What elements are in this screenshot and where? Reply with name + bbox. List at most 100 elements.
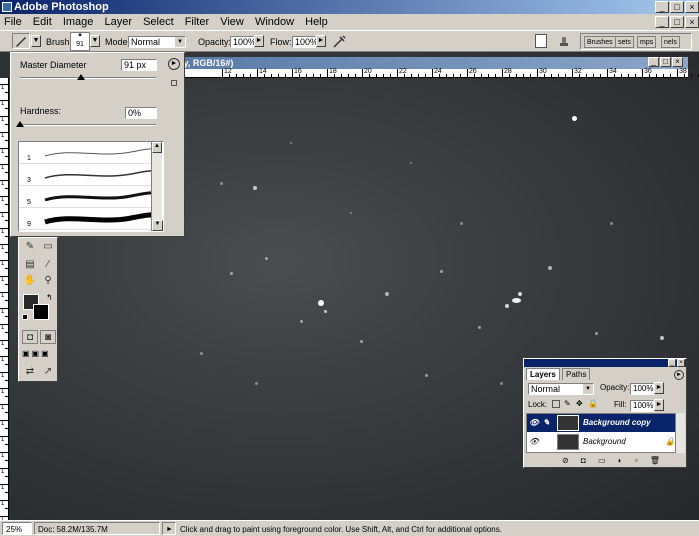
jump-to-imageready-icon[interactable]: ⇄: [22, 365, 38, 379]
well-tab-channels[interactable]: nels: [661, 36, 680, 48]
hardness-input[interactable]: 0%: [125, 107, 157, 119]
layers-list: 👁 ✎ Background copy 👁 Background 🔒: [526, 413, 677, 453]
master-diameter-label: Master Diameter: [20, 60, 87, 70]
layer-opacity-slider-toggle[interactable]: ►: [654, 382, 664, 394]
opacity-input[interactable]: 100%: [230, 36, 256, 48]
brush-preset-item[interactable]: 1: [19, 142, 161, 164]
file-browser-icon[interactable]: [535, 34, 547, 48]
fill-label: Fill:: [614, 400, 627, 409]
airbrush-button[interactable]: [332, 33, 348, 49]
menu-filter[interactable]: Filter: [181, 14, 213, 30]
brush-preset-item[interactable]: 3: [19, 164, 161, 186]
flow-slider-toggle[interactable]: ►: [316, 35, 326, 47]
brush-tool-preset-button[interactable]: [12, 33, 30, 49]
lock-transparency-icon[interactable]: [552, 400, 560, 408]
menu-edit[interactable]: Edit: [29, 14, 56, 30]
fill-input[interactable]: 100%: [630, 400, 654, 412]
menu-layer[interactable]: Layer: [100, 14, 136, 30]
mode-select[interactable]: Normal ▼: [128, 36, 186, 48]
well-tab-brushes[interactable]: Brushes: [584, 36, 616, 48]
ruler-tick-label: 1: [1, 485, 5, 491]
tab-paths[interactable]: Paths: [562, 368, 591, 380]
brush-preset-item[interactable]: 5: [19, 186, 161, 208]
star: [350, 212, 352, 214]
visibility-eye-icon[interactable]: 👁: [529, 418, 539, 428]
lock-pixels-icon[interactable]: ✎: [564, 399, 571, 408]
panel-menu-button[interactable]: ►: [168, 58, 180, 70]
maximize-button[interactable]: □: [670, 1, 684, 13]
opacity-label: Opacity:: [198, 37, 232, 47]
layers-minimize-button[interactable]: _: [668, 359, 676, 367]
eyedropper-tool-icon[interactable]: ⁄: [40, 258, 56, 272]
minimize-button[interactable]: _: [655, 1, 669, 13]
doc-window-minimize-button[interactable]: _: [648, 57, 659, 67]
opacity-slider-toggle[interactable]: ►: [254, 35, 264, 47]
star: [500, 382, 503, 385]
star: [512, 298, 521, 303]
ruler-tick-label: 38: [679, 68, 687, 75]
standard-mode-icon[interactable]: ◘: [22, 330, 38, 344]
rectangle-tool-icon[interactable]: ▭: [40, 240, 56, 254]
master-diameter-slider-track[interactable]: [20, 77, 156, 79]
ruler-minor-tick: [390, 74, 391, 77]
status-menu-button[interactable]: ►: [162, 522, 176, 535]
ruler-tick-label: 1: [1, 133, 5, 139]
doc-window-close-button[interactable]: ×: [672, 57, 683, 67]
well-tab-layer-comps[interactable]: mps: [637, 36, 657, 48]
stamp-icon[interactable]: [557, 34, 571, 48]
swap-colors-icon[interactable]: ↰: [46, 293, 53, 302]
brush-list-scrollbar[interactable]: ▲ ▼: [151, 142, 163, 231]
layers-menu-button[interactable]: ►: [674, 370, 684, 380]
doc-restore-button[interactable]: □: [670, 16, 684, 28]
visibility-eye-icon[interactable]: 👁: [529, 437, 539, 447]
lock-all-icon[interactable]: 🔒: [588, 399, 598, 408]
menu-image[interactable]: Image: [59, 14, 98, 30]
hardness-slider-thumb[interactable]: [16, 121, 24, 127]
notes-tool-icon[interactable]: ▤: [22, 258, 38, 272]
layer-row-background[interactable]: 👁 Background 🔒: [527, 433, 677, 451]
ruler-minor-tick: [5, 268, 8, 269]
lock-position-icon[interactable]: ✥: [576, 399, 583, 408]
layer-opacity-input[interactable]: 100%: [630, 383, 654, 395]
hand-tool-icon[interactable]: ✋: [22, 274, 38, 288]
menu-file[interactable]: File: [0, 14, 26, 30]
layers-close-button[interactable]: ×: [677, 359, 685, 367]
doc-close-button[interactable]: ×: [685, 16, 699, 28]
master-diameter-input[interactable]: 91 px: [121, 59, 157, 71]
layers-scrollbar[interactable]: [675, 413, 685, 453]
brush-picker[interactable]: ✷ 91: [70, 32, 90, 51]
tool-preset-dropdown[interactable]: ▼: [31, 35, 41, 47]
layer-row-background-copy[interactable]: 👁 ✎ Background copy: [527, 414, 677, 432]
layers-footer-icons[interactable]: ⊘ ◘ ▭ ◐ ▫ 🗑: [562, 456, 665, 465]
pen-tool-icon[interactable]: ✎: [22, 240, 38, 254]
zoom-tool-icon[interactable]: ⚲: [40, 274, 56, 288]
menu-window[interactable]: Window: [251, 14, 298, 30]
tab-layers[interactable]: Layers: [526, 368, 560, 380]
blend-mode-select[interactable]: Normal ▼: [528, 383, 594, 395]
quick-mask-icon[interactable]: ◙: [40, 330, 56, 344]
doc-window-maximize-button[interactable]: □: [660, 57, 671, 67]
ruler-tick-label: 1: [1, 101, 5, 107]
star: [220, 182, 223, 185]
scroll-up-icon[interactable]: ▲: [152, 142, 162, 153]
star: [230, 272, 233, 275]
ruler-minor-tick: [404, 74, 405, 77]
master-diameter-slider-thumb[interactable]: [77, 74, 86, 80]
hardness-slider-track[interactable]: [20, 124, 156, 126]
scroll-down-icon[interactable]: ▼: [152, 220, 163, 231]
imageready-icon[interactable]: ↗: [40, 365, 56, 379]
zoom-field[interactable]: 25%: [2, 522, 32, 535]
well-tab-tool-presets[interactable]: sets: [615, 36, 634, 48]
menu-select[interactable]: Select: [139, 14, 178, 30]
screen-mode-icons[interactable]: ▣▣▣: [22, 349, 56, 359]
flow-input[interactable]: 100%: [292, 36, 318, 48]
background-color-swatch[interactable]: [33, 304, 49, 320]
fill-slider-toggle[interactable]: ►: [654, 399, 664, 411]
brush-preset-item[interactable]: 9: [19, 208, 161, 230]
default-colors-icon[interactable]: [22, 314, 28, 320]
close-button[interactable]: ×: [685, 1, 699, 13]
menu-help[interactable]: Help: [301, 14, 332, 30]
brush-picker-dropdown[interactable]: ▼: [90, 35, 100, 47]
menu-view[interactable]: View: [216, 14, 248, 30]
doc-minimize-button[interactable]: _: [655, 16, 669, 28]
